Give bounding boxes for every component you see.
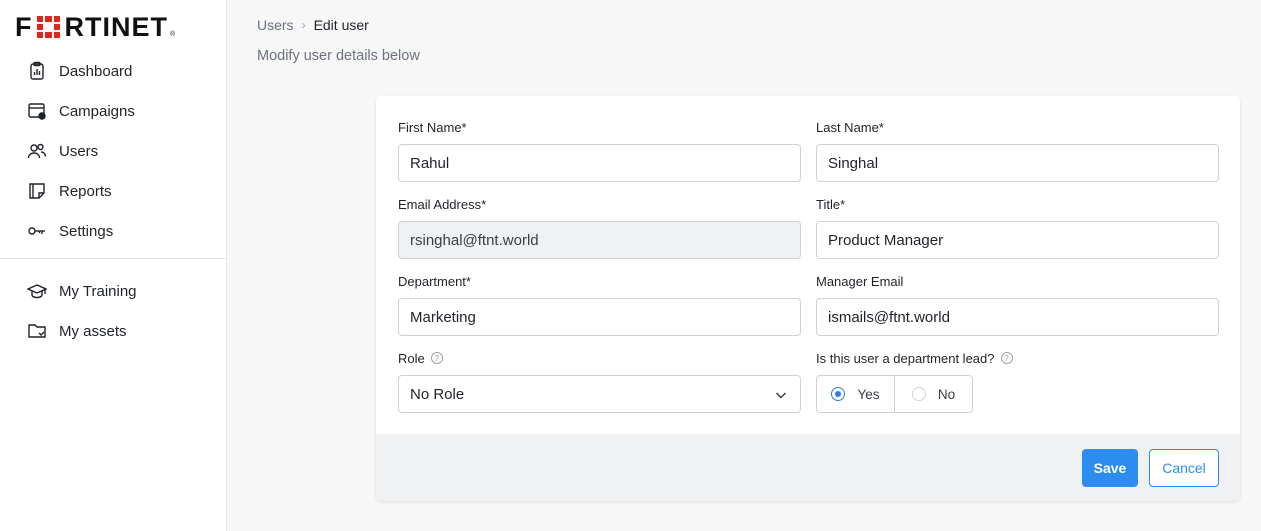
radio-yes[interactable]: Yes <box>817 376 894 412</box>
department-lead-label: Is this user a department lead? ? <box>816 349 1219 367</box>
first-name-label: First Name* <box>398 119 467 135</box>
role-selected-value: No Role <box>410 385 465 403</box>
sidebar-item-reports[interactable]: Reports <box>0 171 227 211</box>
title-field: Title* Product Manager <box>816 195 1219 259</box>
sidebar-item-users[interactable]: Users <box>0 131 227 171</box>
help-icon[interactable]: ? <box>1000 352 1013 364</box>
sidebar: F RTINET ® Dashboard Campaigns Users Rep… <box>0 0 227 531</box>
sidebar-item-label: Reports <box>59 182 112 200</box>
secondary-nav: My Training My assets <box>0 271 227 351</box>
last-name-field: Last Name* Singhal <box>816 118 1219 182</box>
email-input: rsinghal@ftnt.world <box>398 221 801 259</box>
role-select[interactable]: No Role <box>398 375 801 413</box>
sidebar-item-label: My Training <box>59 282 137 300</box>
email-label: Email Address* <box>398 196 487 212</box>
radio-no[interactable]: No <box>894 376 972 412</box>
last-name-label: Last Name* <box>816 119 884 135</box>
sidebar-item-label: My assets <box>59 322 127 340</box>
department-label: Department* <box>398 273 471 289</box>
radio-selected-icon <box>831 387 846 401</box>
role-field: Role ? No Role <box>398 349 801 413</box>
last-name-input[interactable]: Singhal <box>816 144 1219 182</box>
manager-email-field: Manager Email ismails@ftnt.world <box>816 272 1219 336</box>
sidebar-item-label: Dashboard <box>59 62 133 80</box>
sidebar-item-my-assets[interactable]: My assets <box>0 311 227 351</box>
main-nav: Dashboard Campaigns Users Reports Settin… <box>0 51 227 251</box>
browser-window-icon <box>26 100 48 122</box>
breadcrumb-current: Edit user <box>313 17 369 33</box>
email-field: Email Address* rsinghal@ftnt.world <box>398 195 801 259</box>
sidebar-item-label: Users <box>59 142 99 160</box>
breadcrumb-users-link[interactable]: Users <box>257 17 294 33</box>
report-note-icon <box>26 180 48 202</box>
radio-unselected-icon <box>911 387 926 401</box>
sidebar-divider <box>0 258 226 259</box>
department-lead-field: Is this user a department lead? ? Yes No <box>816 349 1219 413</box>
help-icon[interactable]: ? <box>430 352 443 364</box>
role-label-text: Role <box>398 350 425 366</box>
edit-user-form: First Name* Rahul Last Name* Singhal Ema… <box>376 96 1240 501</box>
sidebar-item-campaigns[interactable]: Campaigns <box>0 91 227 131</box>
registered-mark: ® <box>170 31 176 38</box>
key-icon <box>26 220 48 242</box>
breadcrumb-separator-icon: › <box>301 18 306 32</box>
manager-email-label: Manager Email <box>816 273 904 289</box>
save-button[interactable]: Save <box>1082 449 1138 487</box>
radio-no-label: No <box>937 386 956 402</box>
chevron-down-icon <box>775 392 787 399</box>
folder-check-icon <box>26 320 48 342</box>
first-name-input[interactable]: Rahul <box>398 144 801 182</box>
breadcrumb: Users › Edit user <box>257 17 369 33</box>
sidebar-item-label: Settings <box>59 222 114 240</box>
sidebar-item-label: Campaigns <box>59 102 135 120</box>
form-footer: Save Cancel <box>376 434 1240 501</box>
department-lead-label-text: Is this user a department lead? <box>816 350 995 366</box>
radio-yes-label: Yes <box>857 386 880 402</box>
sidebar-item-settings[interactable]: Settings <box>0 211 227 251</box>
page-subtitle: Modify user details below <box>257 48 420 64</box>
graduation-cap-icon <box>26 280 48 302</box>
title-label: Title* <box>816 196 846 212</box>
sidebar-item-my-training[interactable]: My Training <box>0 271 227 311</box>
title-input[interactable]: Product Manager <box>816 221 1219 259</box>
role-label: Role ? <box>398 349 801 367</box>
department-input[interactable]: Marketing <box>398 298 801 336</box>
users-icon <box>26 140 48 162</box>
department-lead-radio-group: Yes No <box>816 375 973 413</box>
sidebar-item-dashboard[interactable]: Dashboard <box>0 51 227 91</box>
first-name-field: First Name* Rahul <box>398 118 801 182</box>
department-field: Department* Marketing <box>398 272 801 336</box>
manager-email-input[interactable]: ismails@ftnt.world <box>816 298 1219 336</box>
cancel-button[interactable]: Cancel <box>1149 449 1219 487</box>
logo-o-mark-icon <box>36 16 61 38</box>
logo-letters: RTINET <box>64 12 168 42</box>
fortinet-logo[interactable]: F RTINET ® <box>15 12 209 42</box>
clipboard-chart-icon <box>26 60 48 82</box>
logo-letter-f: F <box>15 12 33 42</box>
